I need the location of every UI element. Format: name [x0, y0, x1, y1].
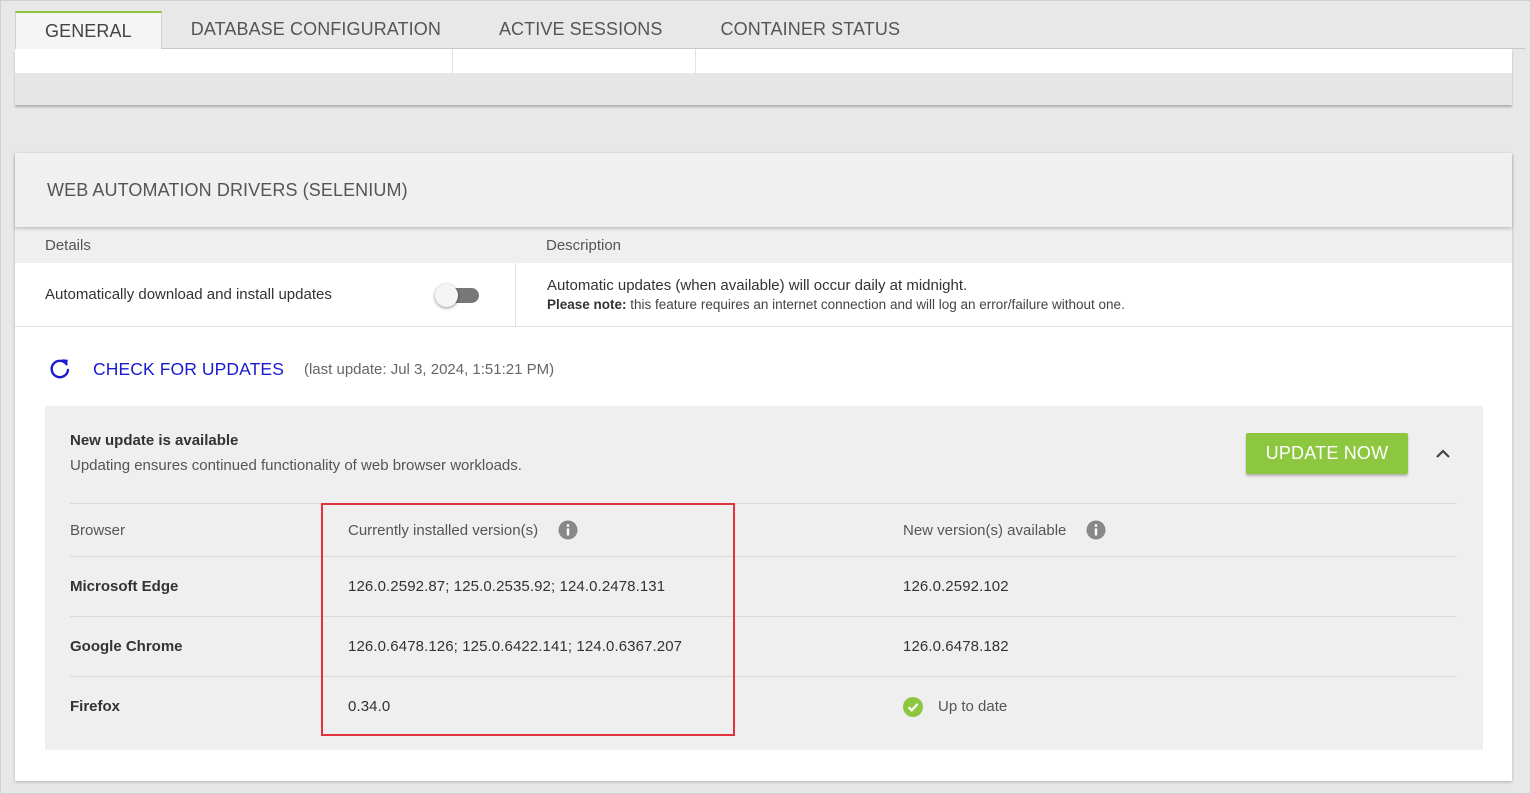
check-for-updates-link[interactable]: CHECK FOR UPDATES	[93, 359, 284, 380]
chevron-up-icon[interactable]	[1433, 444, 1453, 464]
installed-version: 126.0.2592.87; 125.0.2535.92; 124.0.2478…	[348, 578, 666, 595]
browser-name: Microsoft Edge	[70, 578, 179, 595]
tab-database-configuration[interactable]: DATABASE CONFIGURATION	[162, 11, 470, 48]
refresh-icon[interactable]	[47, 356, 73, 382]
settings-grid-header: Details Description	[15, 227, 1512, 263]
installed-version: 126.0.6478.126; 125.0.6422.141; 124.0.63…	[348, 638, 683, 655]
tab-active-sessions[interactable]: ACTIVE SESSIONS	[470, 11, 692, 48]
available-column-header: New version(s) available	[903, 521, 1067, 539]
update-now-button[interactable]: UPDATE NOW	[1246, 433, 1408, 474]
up-to-date-status: Up to date	[938, 698, 1008, 715]
auto-update-toggle[interactable]	[435, 283, 481, 307]
selenium-drivers-card: WEB AUTOMATION DRIVERS (SELENIUM) Detail…	[15, 153, 1512, 781]
previous-section-panel	[15, 49, 1512, 105]
auto-update-label: Automatically download and install updat…	[45, 286, 332, 303]
browser-column-header: Browser	[70, 521, 126, 539]
installed-version: 0.34.0	[348, 698, 391, 715]
available-version: 126.0.6478.182	[903, 638, 1009, 655]
update-subtitle: Updating ensures continued functionality…	[70, 457, 522, 474]
table-row: Firefox 0.34.0 Up to date	[70, 676, 1457, 736]
table-header-row: Browser Currently installed version(s) N…	[70, 503, 1457, 556]
section-title: WEB AUTOMATION DRIVERS (SELENIUM)	[47, 179, 408, 200]
check-circle-icon	[903, 696, 923, 717]
info-icon[interactable]	[558, 520, 578, 540]
card-header: WEB AUTOMATION DRIVERS (SELENIUM)	[15, 153, 1512, 227]
browser-versions-table: Browser Currently installed version(s) N…	[70, 503, 1457, 736]
previous-section-row	[15, 49, 1512, 73]
installed-column-header: Currently installed version(s)	[348, 521, 539, 539]
browser-name: Google Chrome	[70, 638, 183, 655]
update-title: New update is available	[70, 432, 239, 449]
note-label: Please note:	[547, 297, 627, 312]
info-icon[interactable]	[1086, 520, 1106, 540]
update-available-panel: New update is available Updating ensures…	[45, 406, 1483, 750]
tab-container-status[interactable]: CONTAINER STATUS	[692, 11, 930, 48]
tab-general[interactable]: GENERAL	[15, 11, 162, 50]
auto-update-note: Please note: this feature requires an in…	[547, 297, 1125, 312]
browser-name: Firefox	[70, 698, 121, 715]
available-version: 126.0.2592.102	[903, 578, 1009, 595]
tab-bar: GENERAL DATABASE CONFIGURATION ACTIVE SE…	[15, 11, 1525, 50]
auto-update-description: Automatic updates (when available) will …	[547, 277, 968, 294]
description-column-header: Description	[546, 236, 622, 254]
table-row: Microsoft Edge 126.0.2592.87; 125.0.2535…	[70, 556, 1457, 616]
note-text: this feature requires an internet connec…	[626, 297, 1125, 312]
details-column-header: Details	[45, 236, 91, 254]
table-row: Google Chrome 126.0.6478.126; 125.0.6422…	[70, 616, 1457, 676]
auto-update-row: Automatically download and install updat…	[15, 263, 1512, 327]
check-for-updates-line: CHECK FOR UPDATES (last update: Jul 3, 2…	[47, 356, 554, 382]
last-update-text: (last update: Jul 3, 2024, 1:51:21 PM)	[303, 360, 555, 378]
